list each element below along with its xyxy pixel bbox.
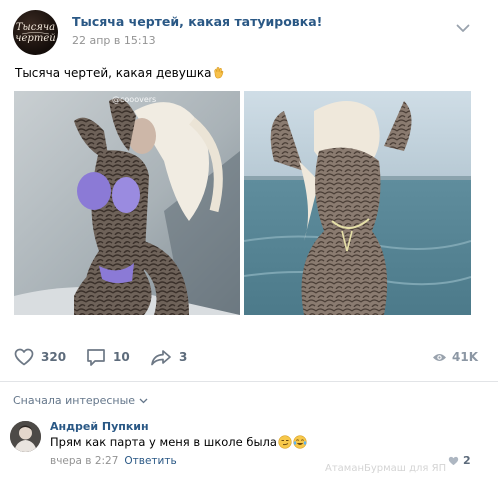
comments-divider [0,381,498,382]
comment-button[interactable]: 10 [86,342,130,372]
post-timestamp[interactable]: 22 апр в 15:13 [72,34,156,47]
view-count: 41K [452,350,478,364]
group-logo-line-2: чертей [15,33,55,44]
post-menu-chevron-icon[interactable] [456,18,470,37]
share-button[interactable]: 3 [150,342,187,372]
post-photo-1[interactable]: @cooovers [14,91,240,315]
eye-icon [433,353,446,361]
photo-watermark: @cooovers [112,95,156,104]
chevron-down-icon [139,398,148,403]
comment-bubble-icon [87,348,105,366]
ok-hand-emoji-icon [214,67,224,79]
group-avatar[interactable]: Тысяча чертей [13,10,58,55]
comment-author-avatar[interactable] [10,421,41,452]
view-counter: 41K [432,342,478,372]
post-text-content: Тысяча чертей, какая девушка [15,66,212,80]
comment-author-name[interactable]: Андрей Пупкин [50,420,149,433]
heart-icon [14,348,34,366]
comment-timestamp[interactable]: вчера в 2:27 [50,455,118,467]
comment-meta: вчера в 2:27 Ответить [50,455,177,467]
group-logo-line-1: Тысяча [16,22,55,33]
post-action-bar: 320 10 3 41K [0,342,498,372]
comment-like-button[interactable]: 2 [448,454,471,467]
comment-text: Прям как парта у меня в школе была [50,435,307,449]
share-count: 3 [179,350,188,364]
comments-sort-dropdown[interactable]: Сначала интересные [13,394,148,407]
heart-filled-icon [448,456,459,465]
like-count: 320 [41,350,67,364]
smirk-emoji-icon [278,435,292,449]
comment-text-content: Прям как парта у меня в школе была [50,435,277,449]
post-photo-2[interactable] [244,91,471,315]
tears-of-joy-emoji-icon [293,435,307,449]
comment-like-count: 2 [463,454,471,467]
reply-button[interactable]: Ответить [124,455,176,467]
group-logo: Тысяча чертей [15,22,55,44]
comment-count: 10 [113,350,130,364]
image-watermark: АтаманБурмаш для ЯП [325,463,447,474]
share-arrow-icon [151,349,171,365]
comments-sort-label: Сначала интересные [13,394,136,407]
post-text: Тысяча чертей, какая девушка [15,66,225,80]
group-name-link[interactable]: Тысяча чертей, какая татуировка! [72,14,322,29]
like-button[interactable]: 320 [14,342,66,372]
